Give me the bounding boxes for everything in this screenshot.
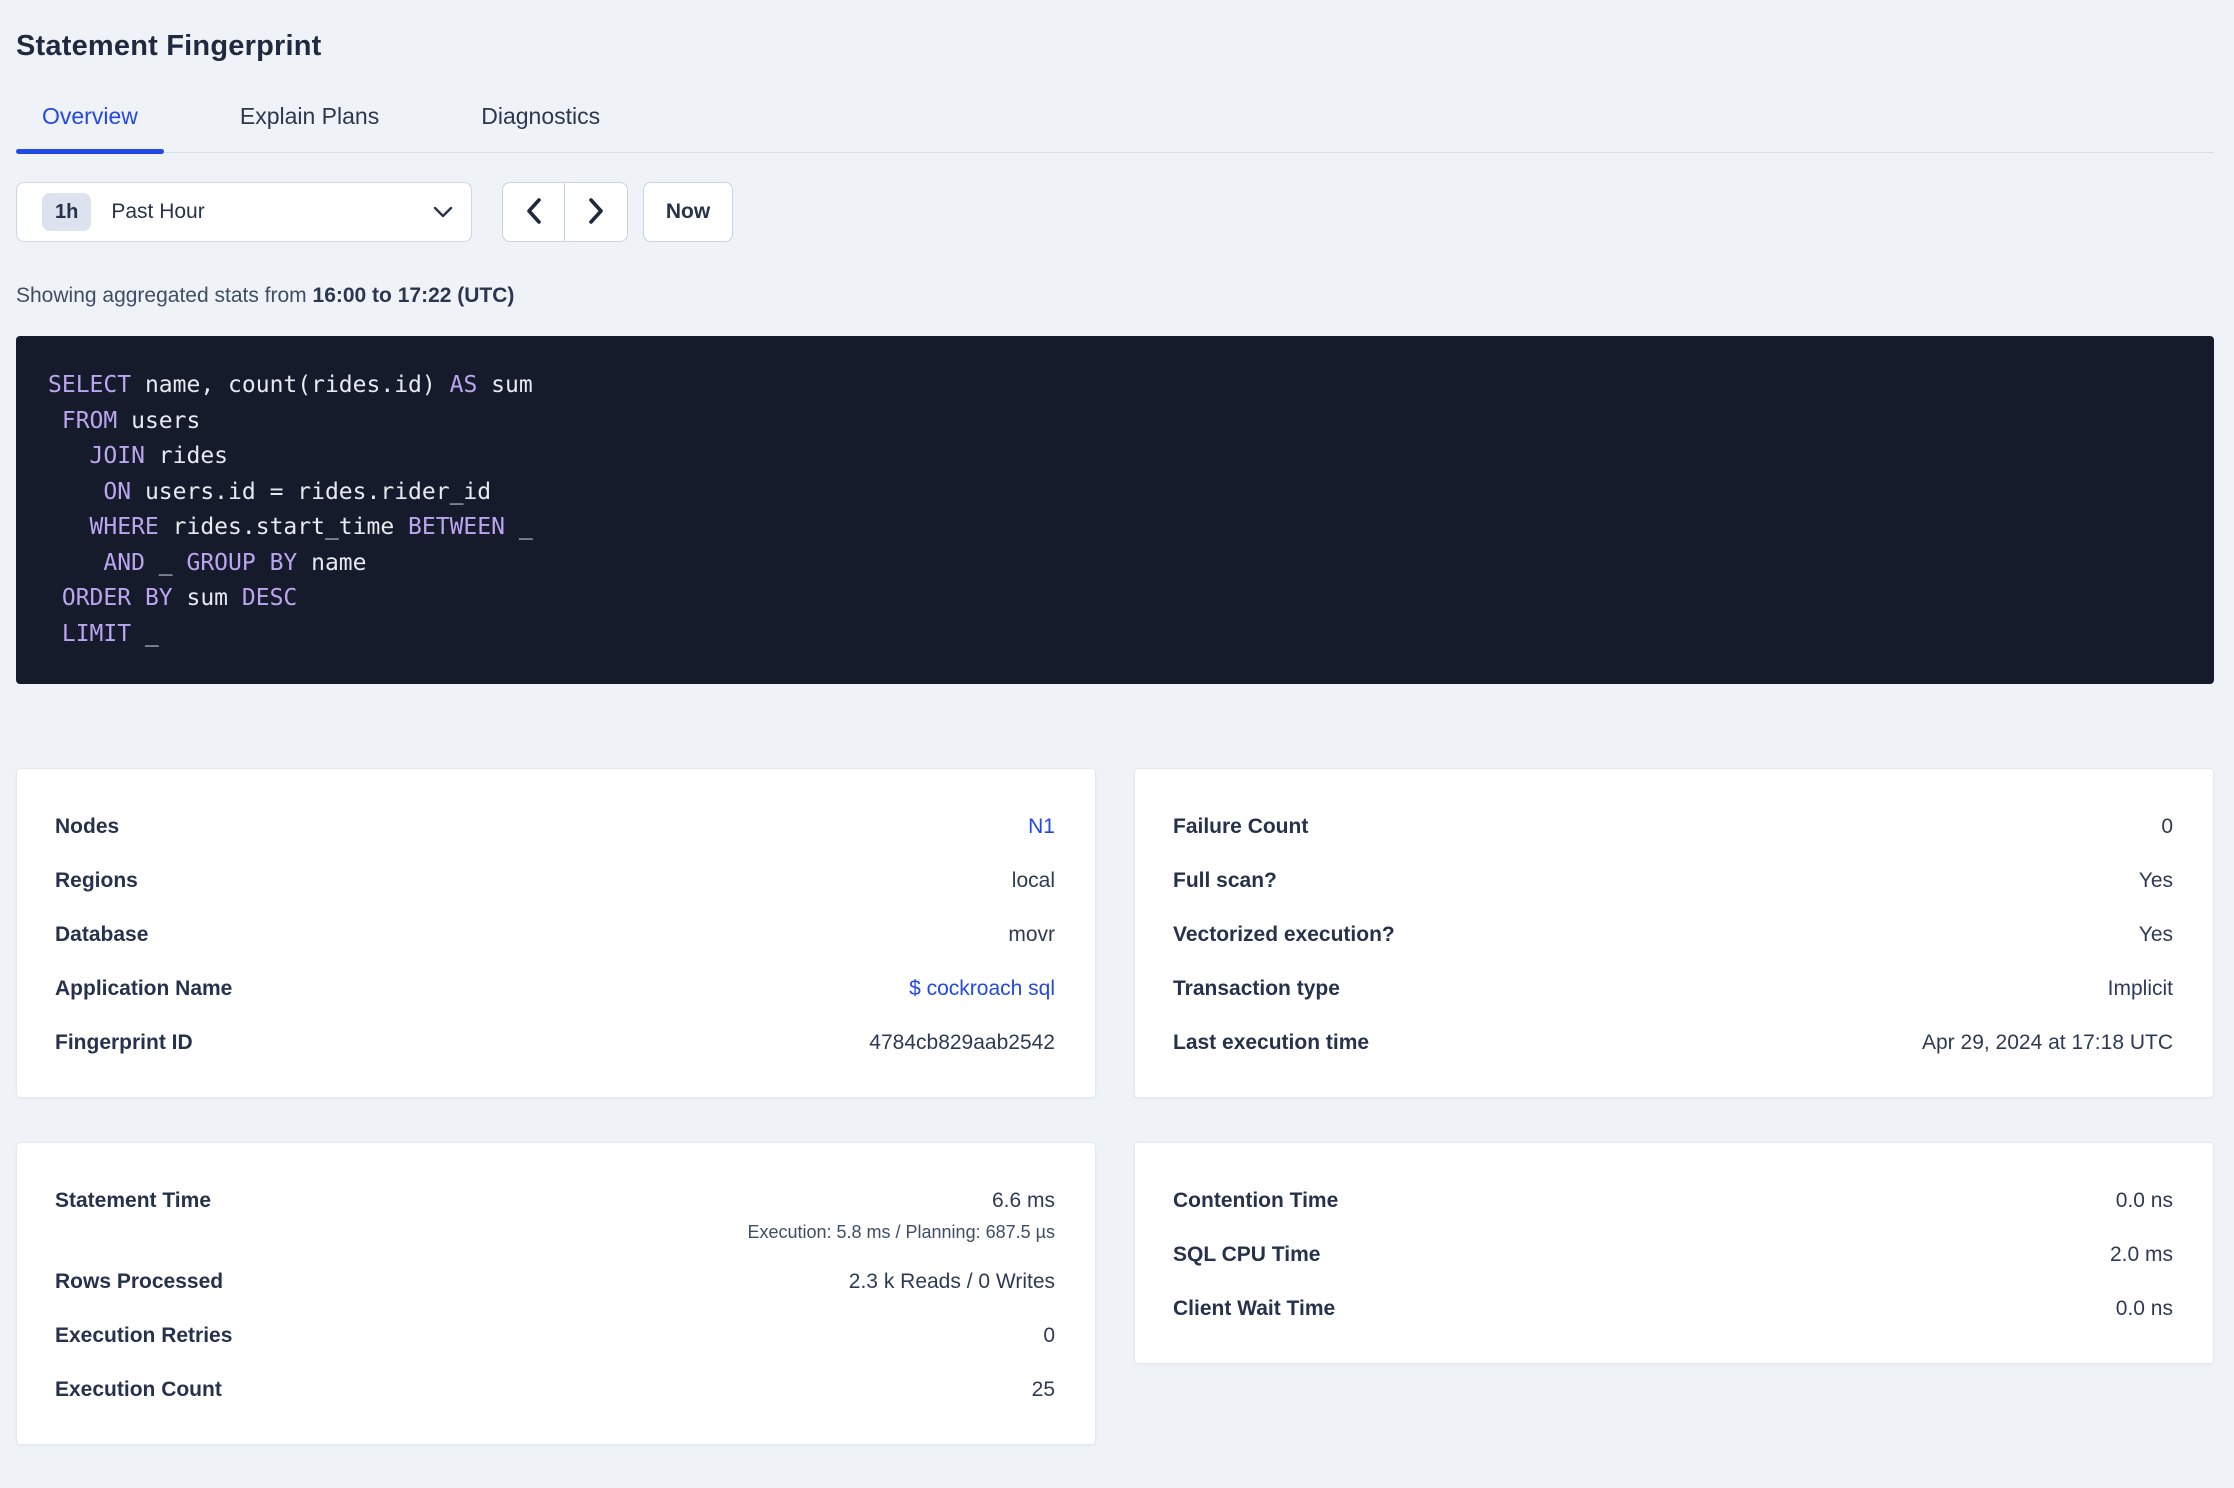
statement-details-card: Nodes N1 Regions local Database movr App… — [16, 768, 1096, 1098]
tab-diagnostics[interactable]: Diagnostics — [455, 103, 626, 152]
statement-fingerprint-page: Statement Fingerprint Overview Explain P… — [0, 30, 2234, 1445]
row-label: SQL CPU Time — [1173, 1243, 1321, 1266]
time-range-select[interactable]: 1h Past Hour — [16, 182, 472, 242]
tab-explain-plans[interactable]: Explain Plans — [214, 103, 405, 152]
sql-line: WHERE rides.start_time BETWEEN _ — [89, 514, 533, 540]
now-button[interactable]: Now — [643, 182, 733, 242]
table-row: Database movr — [55, 917, 1055, 953]
next-time-button[interactable] — [565, 183, 627, 241]
prev-time-button[interactable] — [503, 183, 565, 241]
table-row: Fingerprint ID 4784cb829aab2542 — [55, 1025, 1055, 1061]
row-label: Rows Processed — [55, 1270, 224, 1293]
table-row: SQL CPU Time 2.0 ms — [1173, 1237, 2173, 1273]
page-title: Statement Fingerprint — [16, 30, 322, 62]
row-label: Application Name — [55, 977, 233, 1000]
nodes-link[interactable]: N1 — [1028, 809, 1055, 845]
row-label: Database — [55, 923, 149, 946]
sql-line: ORDER BY sum DESC — [61, 585, 298, 611]
row-value: movr — [1008, 923, 1055, 946]
row-label: Vectorized execution? — [1173, 923, 1395, 946]
row-label: Statement Time — [55, 1189, 211, 1212]
fingerprint-id-value: 4784cb829aab2542 — [869, 1031, 1055, 1054]
summary-cards: Nodes N1 Regions local Database movr App… — [16, 768, 2214, 1445]
time-controls: 1h Past Hour Now — [16, 182, 2214, 242]
row-label: Execution Count — [55, 1378, 222, 1401]
chevron-right-icon — [587, 197, 605, 228]
sql-line: FROM users — [61, 407, 201, 434]
execution-attributes-card: Failure Count 0 Full scan? Yes Vectorize… — [1134, 768, 2214, 1098]
table-row: Transaction type Implicit — [1173, 971, 2173, 1007]
row-value: Implicit — [2107, 977, 2173, 1000]
row-label: Full scan? — [1173, 869, 1277, 892]
statement-time-value: 6.6 ms Execution: 5.8 ms / Planning: 687… — [747, 1183, 1055, 1246]
row-value: Yes — [2138, 923, 2173, 946]
row-label: Nodes — [55, 815, 120, 838]
time-nav-group — [502, 182, 628, 242]
sql-statement-code: SELECT name, count(rides.id) AS sum FROM… — [16, 336, 2214, 684]
row-value: local — [1011, 869, 1055, 892]
table-row: Contention Time 0.0 ns — [1173, 1183, 2173, 1219]
table-row: Nodes N1 — [55, 809, 1055, 845]
table-row: Vectorized execution? Yes — [1173, 917, 2173, 953]
table-row: Failure Count 0 — [1173, 809, 2173, 845]
status-prefix: Showing aggregated stats from — [16, 284, 313, 307]
row-label: Contention Time — [1173, 1189, 1339, 1212]
row-label: Failure Count — [1173, 815, 1309, 838]
aggregation-status-line: Showing aggregated stats from 16:00 to 1… — [16, 284, 2214, 308]
sql-line: ON users.id = rides.rider_id — [103, 478, 492, 505]
row-value: 0.0 ns — [2115, 1189, 2173, 1212]
row-label: Client Wait Time — [1173, 1297, 1336, 1320]
chevron-left-icon — [525, 197, 543, 228]
last-execution-time-value: Apr 29, 2024 at 17:18 UTC — [1922, 1031, 2173, 1054]
row-label: Fingerprint ID — [55, 1031, 193, 1054]
row-value: 2.3 k Reads / 0 Writes — [848, 1270, 1055, 1293]
sql-line: AND _ GROUP BY name — [103, 549, 367, 576]
table-row: Execution Count 25 — [55, 1372, 1055, 1408]
row-value: 2.0 ms — [2109, 1243, 2173, 1266]
row-label: Regions — [55, 869, 138, 892]
table-row: Regions local — [55, 863, 1055, 899]
time-range-label: Past Hour — [111, 200, 205, 223]
row-value: 0 — [2161, 815, 2173, 838]
table-row: Execution Retries 0 — [55, 1318, 1055, 1354]
table-row: Rows Processed 2.3 k Reads / 0 Writes — [55, 1264, 1055, 1300]
row-value: 0 — [1043, 1324, 1055, 1347]
app-name-link[interactable]: $ cockroach sql — [909, 971, 1055, 1007]
wait-times-card: Contention Time 0.0 ns SQL CPU Time 2.0 … — [1134, 1142, 2214, 1364]
tab-bar: Overview Explain Plans Diagnostics — [16, 103, 2214, 154]
statement-timing-card: Statement Time 6.6 ms Execution: 5.8 ms … — [16, 1142, 1096, 1445]
status-time-range: 16:00 to 17:22 (UTC) — [312, 284, 515, 307]
table-row: Full scan? Yes — [1173, 863, 2173, 899]
time-range-badge: 1h — [42, 193, 92, 231]
statement-time-total: 6.6 ms — [991, 1189, 1055, 1212]
tab-overview[interactable]: Overview — [16, 103, 164, 154]
sql-line: LIMIT _ — [61, 620, 159, 647]
table-row: Application Name $ cockroach sql — [55, 971, 1055, 1007]
chevron-down-icon — [433, 206, 453, 219]
statement-time-detail: Execution: 5.8 ms / Planning: 687.5 µs — [747, 1222, 1055, 1242]
row-label: Execution Retries — [55, 1324, 233, 1347]
sql-line: JOIN rides — [89, 443, 229, 469]
table-row: Statement Time 6.6 ms Execution: 5.8 ms … — [55, 1183, 1055, 1246]
row-label: Last execution time — [1173, 1031, 1370, 1054]
row-value: Yes — [2138, 869, 2173, 892]
table-row: Client Wait Time 0.0 ns — [1173, 1291, 2173, 1327]
sql-line: SELECT name, count(rides.id) AS sum — [48, 372, 533, 398]
row-label: Transaction type — [1173, 977, 1340, 1000]
row-value: 25 — [1031, 1378, 1055, 1401]
table-row: Last execution time Apr 29, 2024 at 17:1… — [1173, 1025, 2173, 1061]
row-value: 0.0 ns — [2115, 1297, 2173, 1320]
